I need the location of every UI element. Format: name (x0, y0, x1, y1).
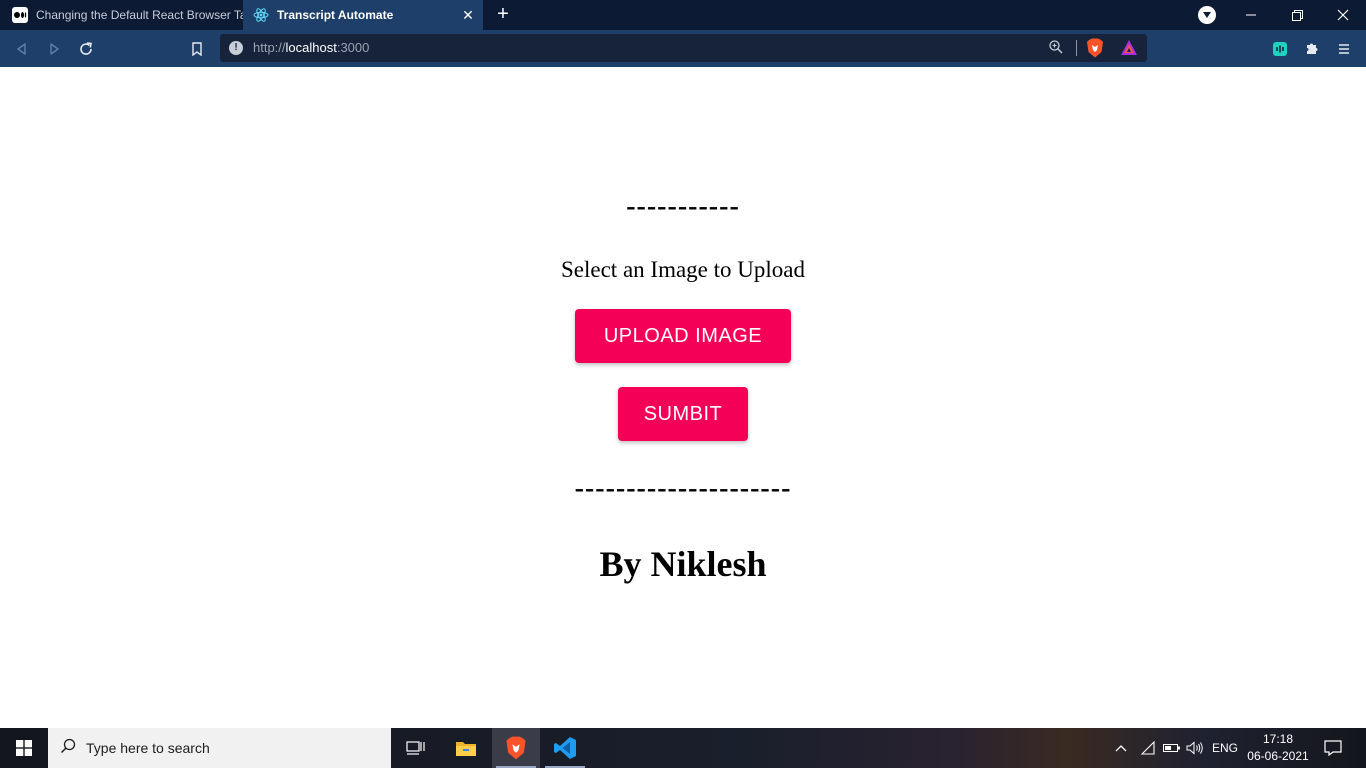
wifi-icon[interactable] (1140, 728, 1156, 768)
taskbar: Type here to search ENG 17:18 06-06-2021 (0, 728, 1366, 768)
reload-icon[interactable] (75, 38, 97, 60)
vscode-icon[interactable] (541, 728, 589, 768)
tab-transcript-automate[interactable]: Transcript Automate ✕ (243, 0, 483, 30)
input-language[interactable]: ENG (1212, 728, 1238, 768)
author-byline: By Niklesh (599, 544, 767, 584)
taskbar-search[interactable]: Type here to search (48, 728, 391, 768)
notifications-icon[interactable] (1324, 728, 1342, 768)
profile-menu-icon[interactable] (1198, 6, 1216, 24)
extensions-icon[interactable] (1301, 38, 1323, 60)
search-icon (60, 738, 76, 759)
url-text: http://localhost:3000 (253, 40, 370, 55)
show-hidden-icons[interactable] (1114, 728, 1128, 768)
brave-taskbar-icon[interactable] (492, 728, 540, 768)
react-icon (253, 7, 269, 23)
back-icon[interactable] (11, 38, 33, 60)
brave-rewards-icon[interactable] (1120, 39, 1138, 62)
search-placeholder: Type here to search (86, 740, 210, 756)
file-explorer-icon[interactable] (442, 728, 490, 768)
upload-prompt: Select an Image to Upload (561, 257, 805, 282)
upload-image-button[interactable]: UPLOAD IMAGE (575, 309, 791, 363)
taskbar-clock[interactable]: 17:18 06-06-2021 (1246, 731, 1310, 765)
windows-start-icon[interactable] (0, 728, 48, 768)
restore-button[interactable] (1274, 0, 1320, 30)
address-separator (1076, 40, 1077, 56)
submit-button[interactable]: SUMBIT (618, 387, 748, 441)
close-tab-icon[interactable]: ✕ (457, 4, 479, 26)
clock-time: 17:18 (1262, 732, 1294, 746)
tab-medium-article[interactable]: Changing the Default React Browser Ta (0, 0, 243, 30)
media-extension-icon[interactable] (1269, 38, 1291, 60)
volume-icon[interactable] (1186, 728, 1204, 768)
page-content: ----------- Select an Image to Upload UP… (0, 67, 1366, 728)
forward-icon[interactable] (43, 38, 65, 60)
address-bar[interactable]: ! http://localhost:3000 (220, 34, 1147, 62)
battery-icon[interactable] (1163, 728, 1181, 768)
menu-icon[interactable] (1333, 38, 1355, 60)
browser-toolbar: ! http://localhost:3000 (0, 30, 1366, 67)
clock-date: 06-06-2021 (1247, 749, 1309, 763)
brave-shields-icon[interactable] (1086, 38, 1104, 63)
bookmark-icon[interactable] (186, 38, 208, 60)
task-view-icon[interactable] (392, 728, 440, 768)
minimize-button[interactable] (1228, 0, 1274, 30)
close-window-button[interactable] (1320, 0, 1366, 30)
site-info-icon[interactable]: ! (229, 41, 243, 55)
zoom-icon[interactable] (1048, 39, 1064, 60)
divider-top: ----------- (626, 191, 740, 222)
tab-title: Transcript Automate (277, 8, 394, 22)
divider-bottom: --------------------- (574, 473, 792, 504)
medium-icon (12, 7, 28, 23)
tab-title: Changing the Default React Browser Ta (36, 8, 243, 22)
tab-strip: Changing the Default React Browser Ta Tr… (0, 0, 1366, 30)
new-tab-button[interactable]: + (492, 4, 514, 26)
